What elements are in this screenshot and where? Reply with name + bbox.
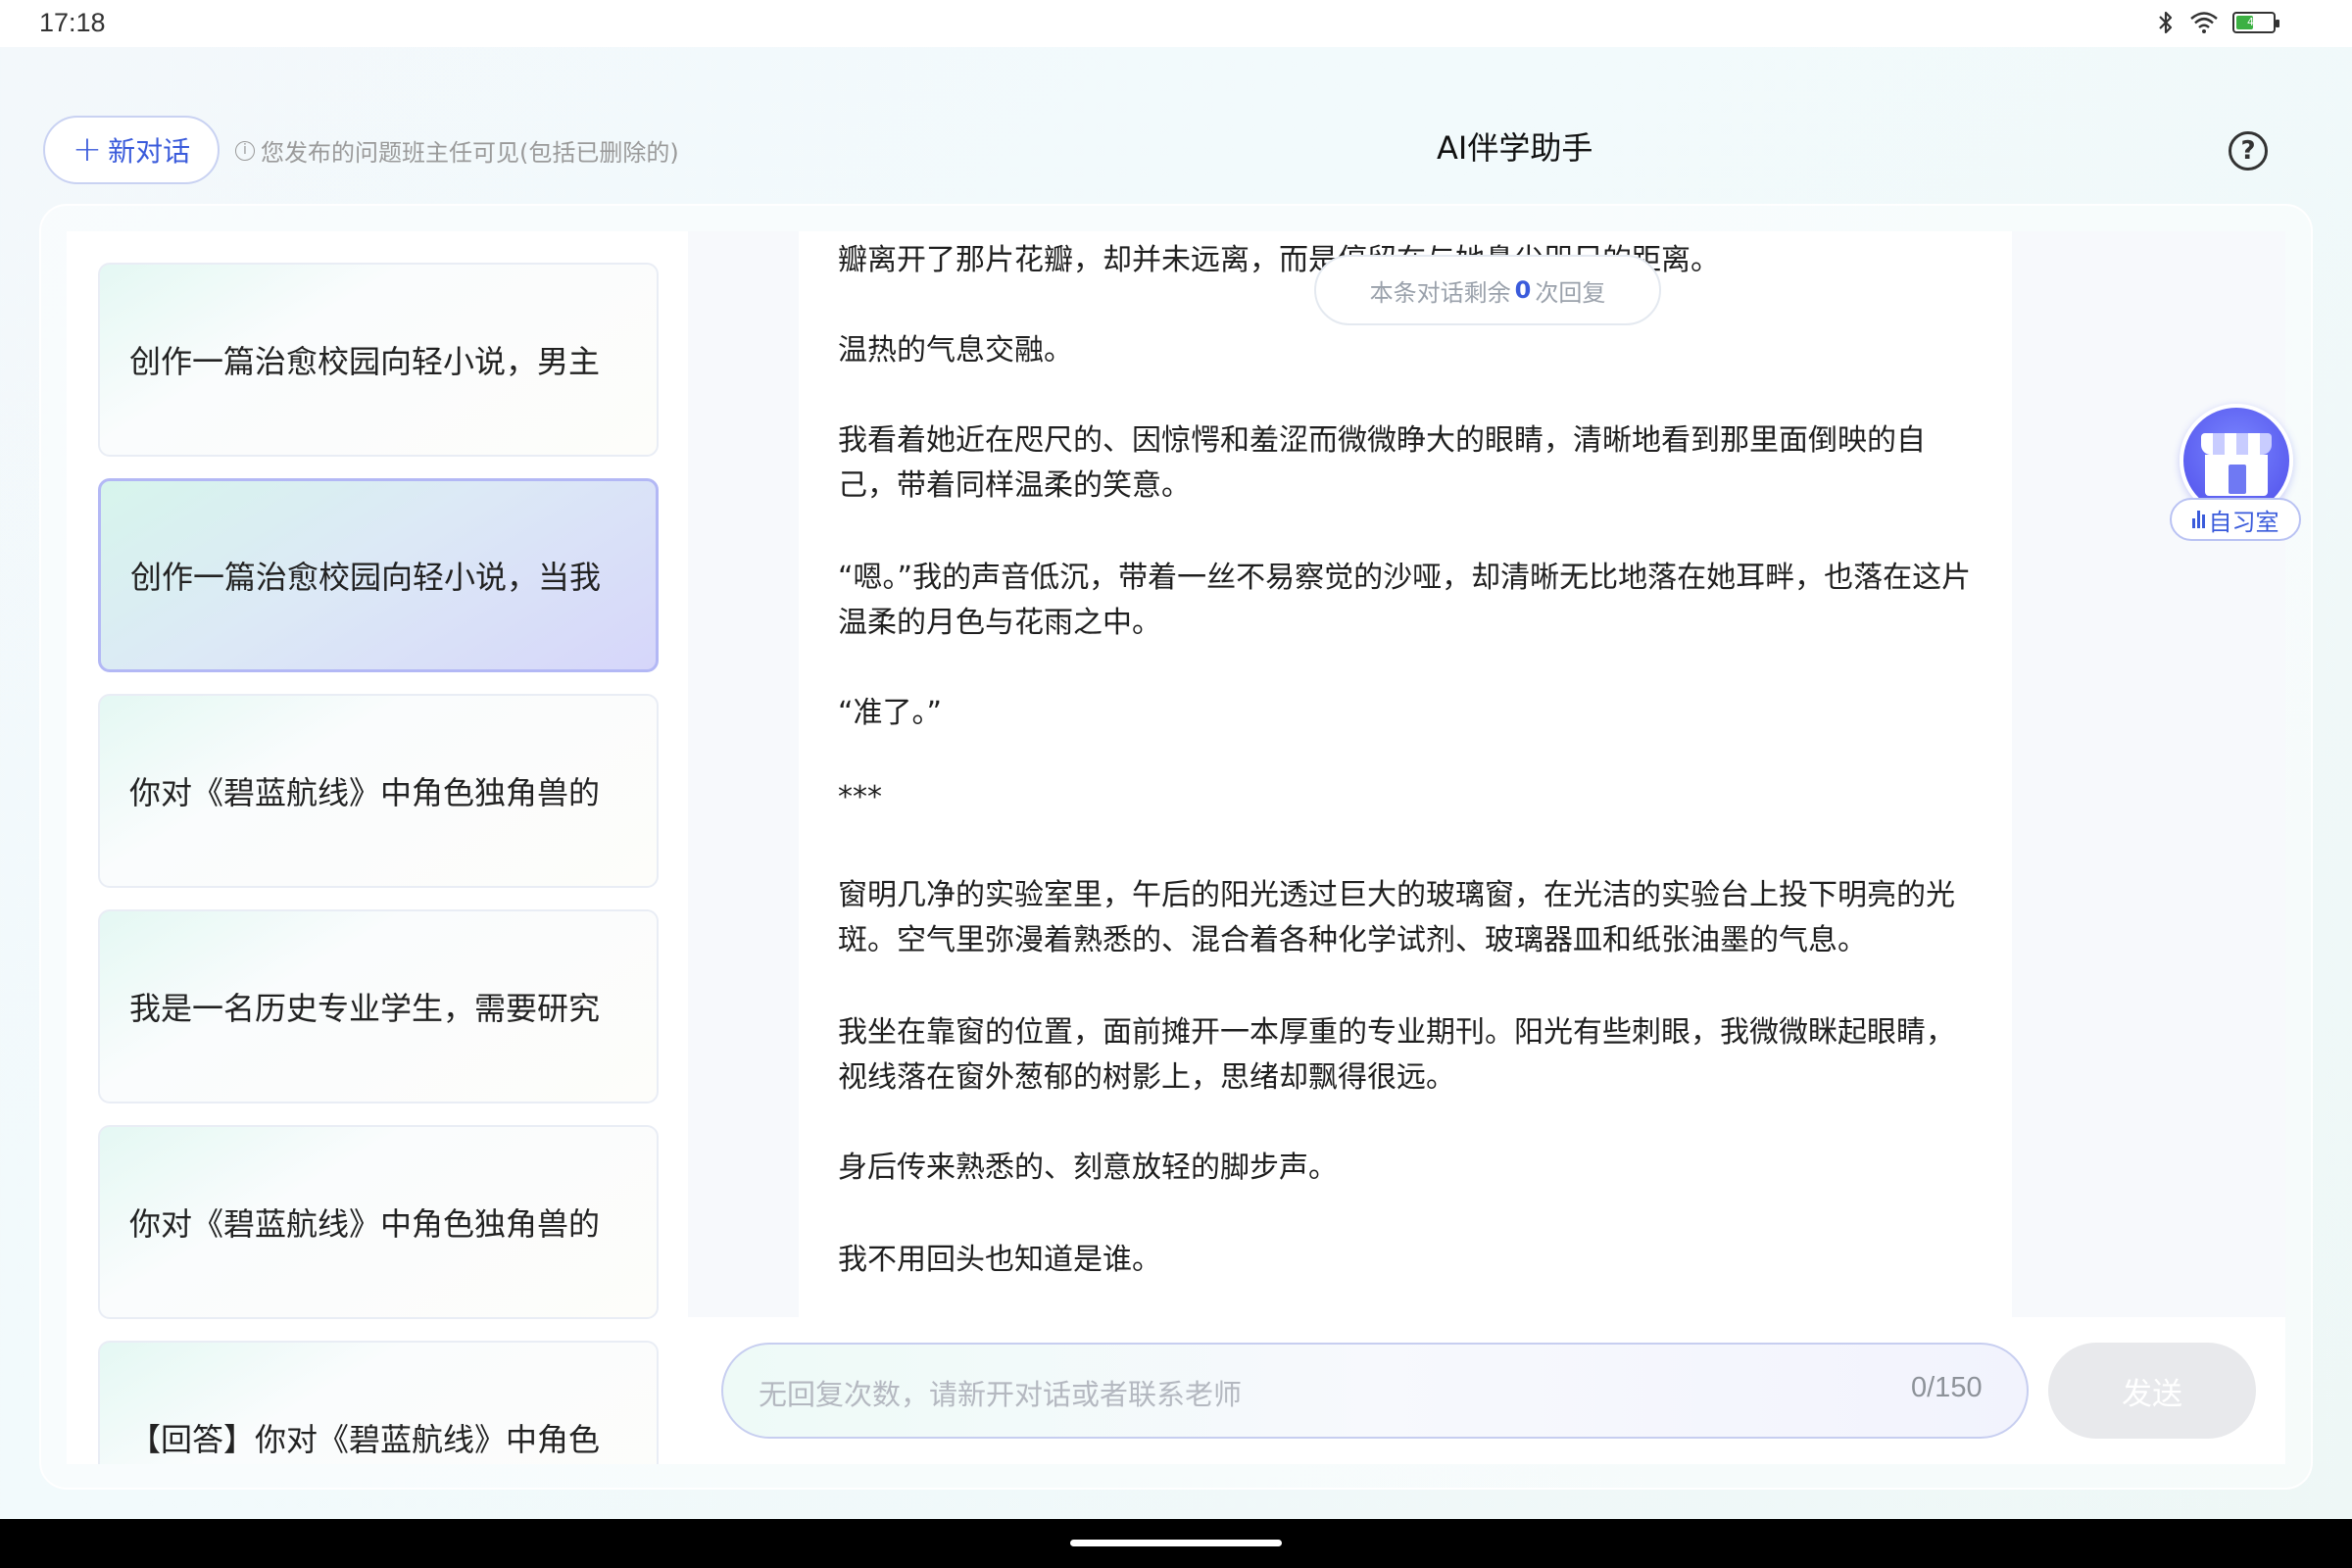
conversation-item-label: 【回答】你对《碧蓝航线》中角色 — [129, 1421, 601, 1458]
message-line: 视线落在窗外葱郁的树影上，思绪却飘得很远。 — [838, 1060, 1455, 1095]
status-time: 17:18 — [39, 8, 106, 37]
message-line: 温柔的月色与花雨之中。 — [838, 606, 1161, 640]
reply-input-placeholder: 无回复次数，请新开对话或者联系老师 — [759, 1378, 1243, 1411]
study-room-button[interactable]: 自习室 — [2170, 400, 2303, 545]
message-line: 我看着她近在咫尺的、因惊愕和羞涩而微微睁大的眼睛，清晰地看到那里面倒映的自 — [838, 423, 1926, 458]
store-awning — [2201, 433, 2272, 455]
plus-icon: + — [72, 129, 103, 170]
conversation-item-label: 创作一篇治愈校园向轻小说，当我 — [130, 559, 602, 596]
char-count: 0/150 — [1911, 1372, 1983, 1403]
conversation-sidebar[interactable]: 创作一篇治愈校园向轻小说，男主 创作一篇治愈校园向轻小说，当我 你对《碧蓝航线》… — [67, 231, 688, 1464]
home-handle[interactable] — [1070, 1540, 1282, 1546]
send-button[interactable]: 发送 — [2048, 1343, 2256, 1439]
store-door — [2229, 465, 2246, 494]
conversation-item-label: 我是一名历史专业学生，需要研究 — [129, 990, 601, 1027]
conversation-item-label: 你对《碧蓝航线》中角色独角兽的 — [129, 1205, 601, 1243]
conversation-item[interactable]: 你对《碧蓝航线》中角色独角兽的 — [98, 1125, 659, 1319]
header-notice: i 您发布的问题班主任可见(包括已删除的) — [235, 133, 679, 168]
message-line: 温热的气息交融。 — [838, 333, 1073, 368]
notice-text: 您发布的问题班主任可见(包括已删除的) — [261, 139, 679, 167]
battery-level: 46 — [2247, 16, 2261, 28]
message-line: 窗明几净的实验室里，午后的阳光透过巨大的玻璃窗，在光洁的实验台上投下明亮的光 — [838, 878, 1955, 912]
help-icon[interactable]: ? — [2229, 131, 2268, 171]
remaining-replies-badge: 本条对话剩余 0 次回复 — [1314, 255, 1661, 325]
study-room-label: 自习室 — [2208, 508, 2279, 536]
message-line: 己，带着同样温柔的笑意。 — [838, 468, 1191, 503]
new-chat-button[interactable]: + 新对话 — [43, 116, 220, 184]
study-room-label-wrap: 自习室 — [2170, 498, 2301, 541]
bar-chart-icon — [2191, 511, 2205, 528]
message-line: “准了。” — [838, 696, 943, 730]
ai-message: 瓣离开了那片花瓣，却并未远离，而是停留在与她鼻尖咫尺的距离。 温热的气息交融。 … — [799, 231, 2012, 1317]
conversation-item-active[interactable]: 创作一篇治愈校园向轻小说，当我 — [98, 478, 659, 672]
battery-icon: 46 — [2232, 12, 2279, 33]
conversation-item[interactable]: 【回答】你对《碧蓝航线》中角色 — [98, 1341, 659, 1464]
remaining-prefix: 本条对话剩余 — [1369, 278, 1511, 307]
conversation-item[interactable]: 你对《碧蓝航线》中角色独角兽的 — [98, 694, 659, 888]
conversation-item[interactable]: 我是一名历史专业学生，需要研究 — [98, 909, 659, 1103]
message-line: *** — [838, 780, 882, 814]
remaining-suffix: 次回复 — [1535, 278, 1606, 307]
remaining-count: 0 — [1514, 276, 1532, 304]
conversation-item[interactable]: 创作一篇治愈校园向轻小说，男主 — [98, 263, 659, 457]
new-chat-label: 新对话 — [108, 135, 191, 168]
message-line: 我不用回头也知道是谁。 — [838, 1243, 1161, 1277]
conversation-item-label: 你对《碧蓝航线》中角色独角兽的 — [129, 774, 601, 811]
message-line: 身后传来熟悉的、刻意放轻的脚步声。 — [838, 1151, 1338, 1185]
info-icon: i — [235, 140, 255, 161]
status-icons: 46 — [2156, 10, 2279, 35]
status-bar: 17:18 46 — [0, 0, 2352, 47]
wifi-icon — [2190, 12, 2218, 33]
bluetooth-icon — [2159, 11, 2173, 34]
conversation-item-label: 创作一篇治愈校园向轻小说，男主 — [129, 343, 601, 380]
message-line: 我坐在靠窗的位置，面前摊开一本厚重的专业期刊。阳光有些刺眼，我微微眯起眼睛， — [838, 1015, 1955, 1050]
page-title: AI伴学助手 — [1437, 129, 1593, 167]
message-line: “嗯。”我的声音低沉，带着一丝不易察觉的沙哑，却清晰无比地落在她耳畔，也落在这片 — [838, 561, 1972, 595]
message-line: 斑。空气里弥漫着熟悉的、混合着各种化学试剂、玻璃器皿和纸张油墨的气息。 — [838, 923, 1867, 957]
